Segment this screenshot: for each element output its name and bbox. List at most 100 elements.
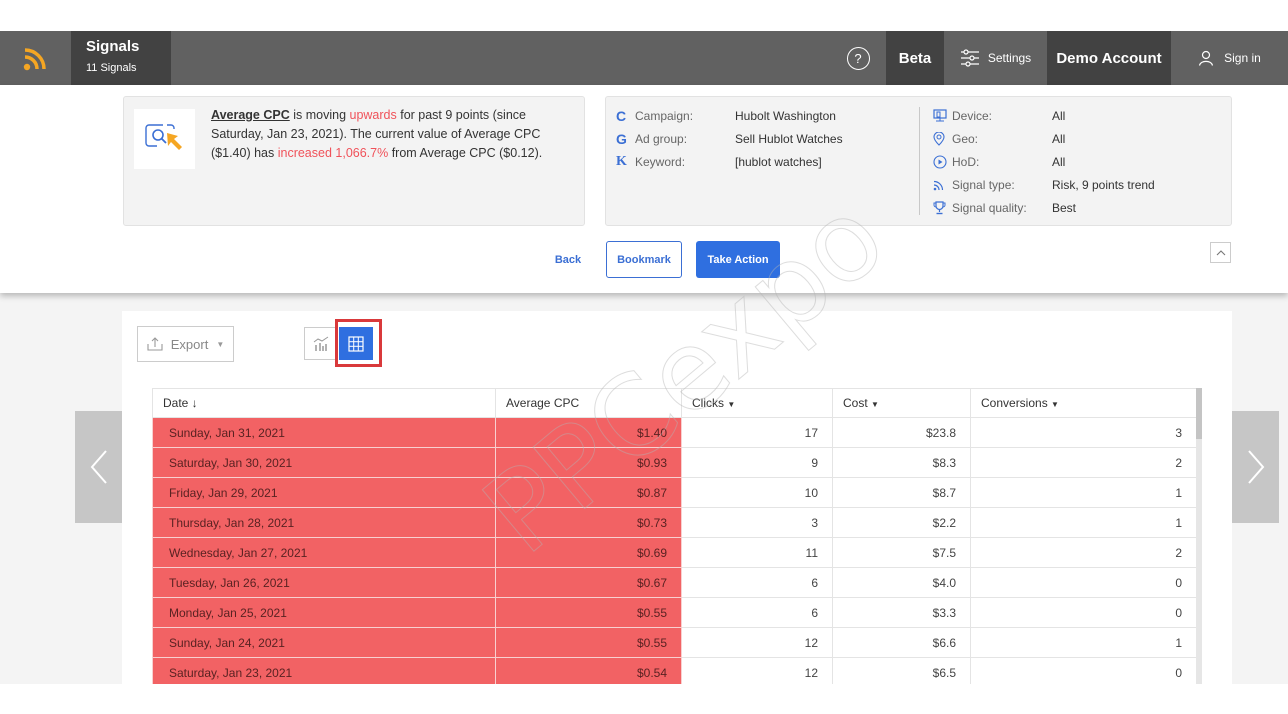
geo-value: All <box>1052 131 1066 146</box>
campaign-row: C Campaign: Hubolt Washington <box>616 107 836 124</box>
hod-value: All <box>1052 154 1066 169</box>
top-margin <box>0 0 1288 31</box>
date-cell: Friday, Jan 29, 2021 <box>152 477 496 508</box>
column-header-cost[interactable]: Cost ▼ <box>832 388 971 418</box>
conversions-cell: 1 <box>970 627 1197 658</box>
rss-logo-icon <box>23 48 46 71</box>
highlight-box <box>335 319 382 367</box>
conversions-cell: 2 <box>970 537 1197 568</box>
conversions-cell: 1 <box>970 477 1197 508</box>
table-row[interactable]: Sunday, Jan 24, 2021 $0.55 12 $6.6 1 <box>152 627 1197 658</box>
top-navbar: Signals 11 Signals ? Beta Settings Demo … <box>0 31 1288 85</box>
table-row[interactable]: Friday, Jan 29, 2021 $0.87 10 $8.7 1 <box>152 477 1197 508</box>
export-button[interactable]: Export ▼ <box>137 326 234 362</box>
device-row: Device: All <box>933 104 1155 127</box>
table-row[interactable]: Saturday, Jan 23, 2021 $0.54 12 $6.5 0 <box>152 657 1197 688</box>
caret-down-icon: ▼ <box>727 400 736 409</box>
take-action-button[interactable]: Take Action <box>696 241 780 278</box>
back-button[interactable]: Back <box>548 241 588 278</box>
caret-down-icon: ▼ <box>1051 400 1059 409</box>
ad-group-value: Sell Hublot Watches <box>735 131 843 146</box>
signals-title-block[interactable]: Signals 11 Signals <box>71 31 171 85</box>
campaign-value: Hubolt Washington <box>735 108 836 123</box>
divider <box>919 107 920 215</box>
metric-link[interactable]: Average CPC <box>211 108 290 122</box>
date-cell: Monday, Jan 25, 2021 <box>152 597 496 628</box>
cost-cell: $6.5 <box>832 657 971 688</box>
bookmark-button[interactable]: Bookmark <box>606 241 682 278</box>
sign-in-label: Sign in <box>1224 51 1261 65</box>
cost-cell: $23.8 <box>832 417 971 448</box>
ad-group-row: G Ad group: Sell Hublot Watches <box>616 130 843 147</box>
average-cpc-cell: $0.55 <box>495 597 682 628</box>
average-cpc-cell: $0.73 <box>495 507 682 538</box>
chevron-right-icon <box>1247 450 1264 484</box>
scrollbar-thumb[interactable] <box>1196 388 1202 439</box>
conversions-cell: 0 <box>970 657 1197 688</box>
conversions-cell: 1 <box>970 507 1197 538</box>
keyword-icon: K <box>616 153 627 169</box>
device-icon <box>933 109 952 122</box>
user-icon <box>1199 50 1214 66</box>
device-value: All <box>1052 108 1066 123</box>
campaign-icon: C <box>616 107 627 124</box>
clock-play-icon <box>933 154 952 169</box>
collapse-button[interactable] <box>1210 242 1231 263</box>
table-row[interactable]: Tuesday, Jan 26, 2021 $0.67 6 $4.0 0 <box>152 567 1197 598</box>
sign-in-button[interactable]: Sign in <box>1171 31 1288 85</box>
signal-metadata-card: C Campaign: Hubolt Washington G Ad group: … <box>605 96 1232 226</box>
column-header-date[interactable]: Date ↓ <box>152 388 496 418</box>
table-row[interactable]: Saturday, Jan 30, 2021 $0.93 9 $8.3 2 <box>152 447 1197 478</box>
column-header-average-cpc[interactable]: Average CPC <box>495 388 682 418</box>
average-cpc-cell: $0.69 <box>495 537 682 568</box>
geo-row: Geo: All <box>933 127 1155 150</box>
hod-row: HoD: All <box>933 150 1155 173</box>
table-row[interactable]: Sunday, Jan 31, 2021 $1.40 17 $23.8 3 <box>152 417 1197 448</box>
column-header-clicks[interactable]: Clicks ▼ <box>681 388 833 418</box>
beta-button[interactable]: Beta <box>886 31 944 85</box>
direction-text: upwards <box>349 108 397 122</box>
keyword-row: K Keyword: [hublot watches] <box>616 153 822 169</box>
average-cpc-cell: $0.55 <box>495 627 682 658</box>
average-cpc-cell: $1.40 <box>495 417 682 448</box>
average-cpc-cell: $0.93 <box>495 447 682 478</box>
date-cell: Sunday, Jan 24, 2021 <box>152 627 496 658</box>
chevron-left-icon <box>90 450 107 484</box>
entity-info: C Campaign: Hubolt Washington G Ad group: … <box>616 104 843 173</box>
change-text: increased 1,066.7% <box>277 146 389 160</box>
upload-icon <box>147 337 163 351</box>
average-cpc-cell: $0.67 <box>495 567 682 598</box>
settings-label: Settings <box>987 51 1032 65</box>
column-header-conversions[interactable]: Conversions ▼ <box>970 388 1197 418</box>
date-cell: Saturday, Jan 23, 2021 <box>152 657 496 688</box>
previous-signal-button[interactable] <box>75 411 122 523</box>
average-cpc-cell: $0.54 <box>495 657 682 688</box>
signal-description-card: Average CPC is moving upwards for past 9… <box>123 96 585 226</box>
bottom-margin <box>0 684 1288 714</box>
clicks-cell: 12 <box>681 627 833 658</box>
table-row[interactable]: Monday, Jan 25, 2021 $0.55 6 $3.3 0 <box>152 597 1197 628</box>
logo[interactable] <box>0 31 71 85</box>
cost-cell: $8.3 <box>832 447 971 478</box>
chart-view-button[interactable] <box>304 327 338 360</box>
help-button[interactable]: ? <box>830 31 886 85</box>
demo-account-button[interactable]: Demo Account <box>1047 31 1171 85</box>
cost-cell: $6.6 <box>832 627 971 658</box>
clicks-cell: 3 <box>681 507 833 538</box>
export-label: Export <box>170 336 209 352</box>
page-title: Signals <box>86 38 140 55</box>
date-cell: Saturday, Jan 30, 2021 <box>152 447 496 478</box>
next-signal-button[interactable] <box>1232 411 1279 523</box>
date-cell: Tuesday, Jan 26, 2021 <box>152 567 496 598</box>
conversions-cell: 2 <box>970 447 1197 478</box>
signals-count: 11 Signals <box>86 62 137 74</box>
conversions-cell: 0 <box>970 597 1197 628</box>
clicks-cell: 9 <box>681 447 833 478</box>
signal-type-value: Risk, 9 points trend <box>1052 177 1155 192</box>
signal-attributes: Device: All Geo: All HoD: All Signal typ… <box>933 104 1155 219</box>
table-row[interactable]: Wednesday, Jan 27, 2021 $0.69 11 $7.5 2 <box>152 537 1197 568</box>
table-row[interactable]: Thursday, Jan 28, 2021 $0.73 3 $2.2 1 <box>152 507 1197 538</box>
settings-button[interactable]: Settings <box>944 31 1047 85</box>
data-table: Date ↓ Average CPC Clicks ▼ Cost ▼ Conve… <box>152 388 1197 688</box>
clicks-cell: 17 <box>681 417 833 448</box>
